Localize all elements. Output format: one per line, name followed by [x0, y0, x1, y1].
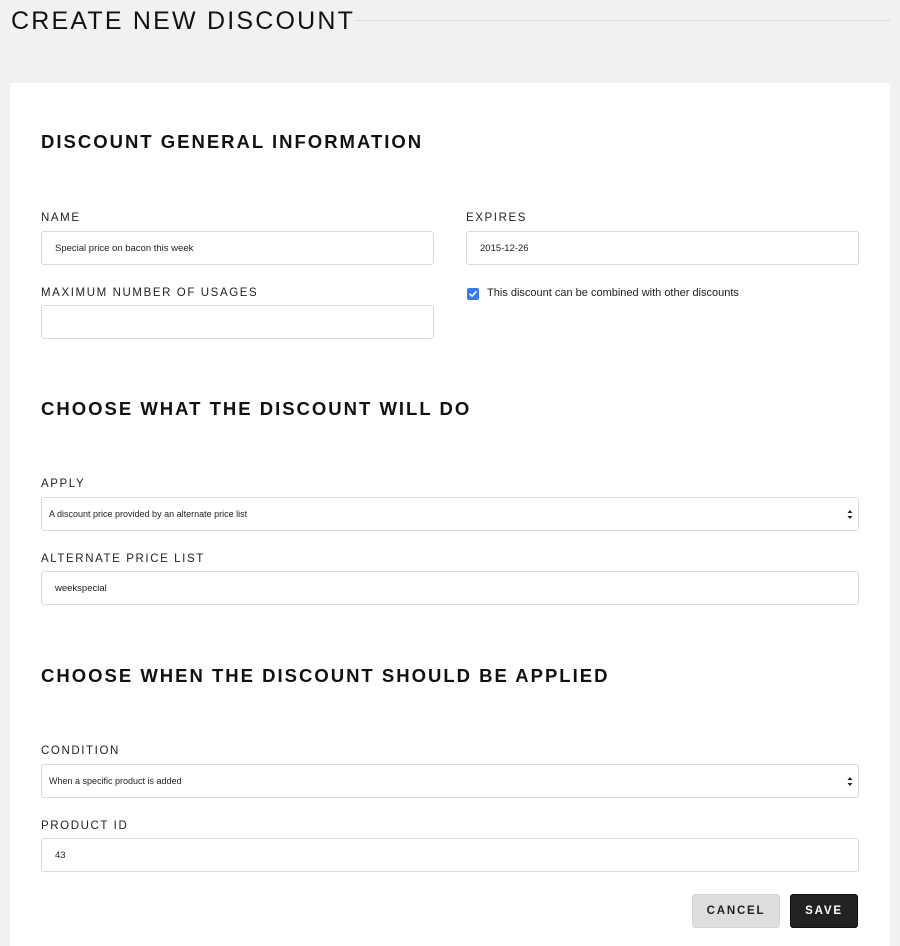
condition-select[interactable]: When a specific product is added [41, 764, 859, 798]
condition-select-value: When a specific product is added [49, 776, 182, 786]
max-usages-input[interactable] [41, 305, 434, 339]
select-arrows-icon [847, 777, 853, 786]
name-label: NAME [41, 212, 81, 224]
page-title: CREATE NEW DISCOUNT [11, 7, 356, 35]
section-heading-action: CHOOSE WHAT THE DISCOUNT WILL DO [41, 398, 472, 419]
checkmark-icon [469, 291, 477, 297]
cancel-button[interactable]: CANCEL [692, 894, 780, 928]
expires-input[interactable] [466, 231, 859, 265]
condition-label: CONDITION [41, 745, 120, 757]
select-arrows-icon [847, 510, 853, 519]
save-button[interactable]: SAVE [790, 894, 858, 928]
header-divider [355, 20, 890, 21]
price-list-label: ALTERNATE PRICE LIST [41, 553, 205, 565]
product-id-label: PRODUCT ID [41, 820, 129, 832]
expires-label: EXPIRES [466, 212, 528, 224]
price-list-input[interactable] [41, 571, 859, 605]
apply-label: APPLY [41, 478, 86, 490]
page-header: CREATE NEW DISCOUNT [0, 0, 900, 44]
apply-select-value: A discount price provided by an alternat… [49, 509, 248, 519]
product-id-input[interactable] [41, 838, 859, 872]
combinable-label: This discount can be combined with other… [487, 287, 739, 299]
name-input[interactable] [41, 231, 434, 265]
combinable-checkbox[interactable] [467, 288, 479, 300]
section-heading-condition: CHOOSE WHEN THE DISCOUNT SHOULD BE APPLI… [41, 665, 610, 686]
max-usages-label: MAXIMUM NUMBER OF USAGES [41, 287, 259, 299]
section-heading-general: DISCOUNT GENERAL INFORMATION [41, 131, 424, 152]
apply-select[interactable]: A discount price provided by an alternat… [41, 497, 859, 531]
discount-form-card: DISCOUNT GENERAL INFORMATION NAME EXPIRE… [10, 83, 890, 946]
